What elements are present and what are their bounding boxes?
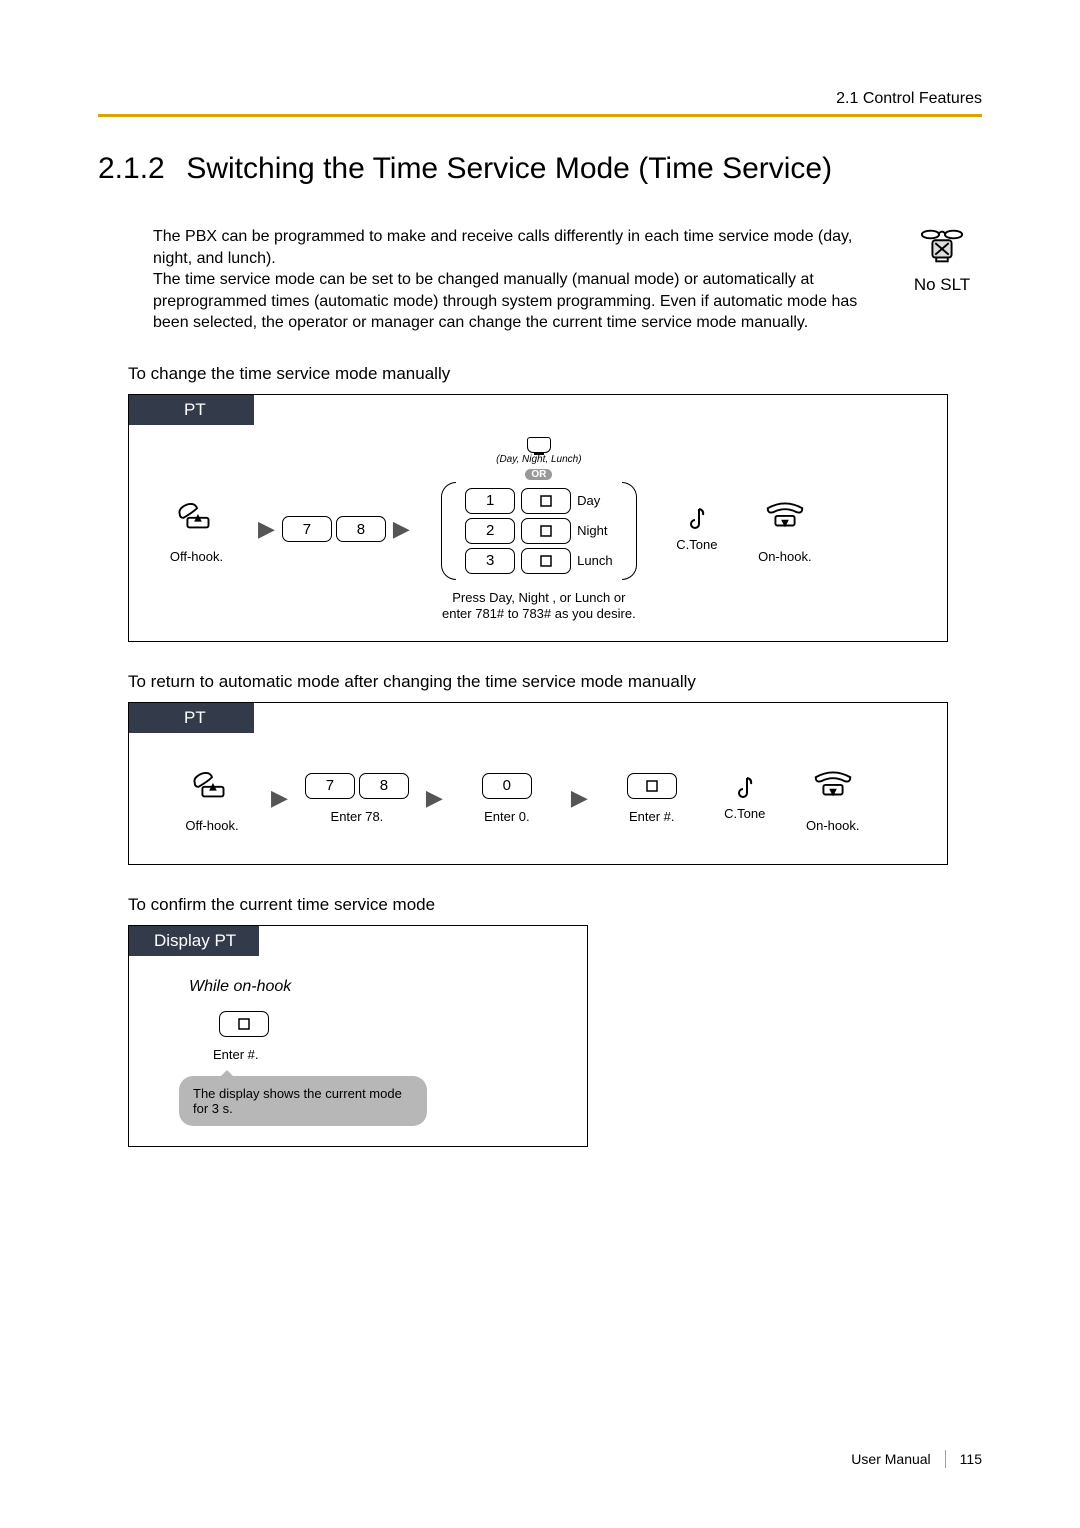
breadcrumb: 2.1 Control Features bbox=[98, 90, 982, 108]
option-label: Lunch bbox=[577, 553, 612, 568]
or-badge: OR bbox=[525, 469, 552, 480]
onhook-icon bbox=[810, 763, 856, 808]
caption-offhook: Off-hook. bbox=[185, 818, 238, 834]
tab-display-pt: Display PT bbox=[129, 926, 259, 956]
caption-onhook: On-hook. bbox=[806, 818, 859, 834]
caption-ctone: C.Tone bbox=[676, 537, 717, 552]
key-8: 8 bbox=[336, 516, 386, 542]
key-0: 0 bbox=[482, 773, 532, 799]
caption-enterhash: Enter #. bbox=[213, 1047, 259, 1063]
onhook-icon bbox=[762, 494, 808, 539]
option-row: 2 Night bbox=[465, 518, 612, 544]
arrow-icon: ▶ bbox=[565, 785, 594, 811]
key-hash bbox=[521, 548, 571, 574]
page-footer: User Manual 115 bbox=[851, 1450, 982, 1468]
arrow-icon: ▶ bbox=[387, 516, 416, 542]
option-row: 3 Lunch bbox=[465, 548, 612, 574]
caption-enterhash: Enter #. bbox=[629, 809, 675, 825]
key-8: 8 bbox=[359, 773, 409, 799]
procedure-auto: PT Off-hook. ▶ 7 bbox=[128, 702, 948, 865]
key-hash bbox=[219, 1011, 269, 1037]
option-label: Night bbox=[577, 523, 607, 538]
arrow-icon: ▶ bbox=[420, 785, 449, 811]
caption-ctone: C.Tone bbox=[724, 806, 765, 821]
tab-pt: PT bbox=[129, 703, 254, 733]
header-rule bbox=[98, 114, 982, 117]
key-2: 2 bbox=[465, 518, 515, 544]
section-heading: 2.1.2 Switching the Time Service Mode (T… bbox=[98, 152, 982, 186]
caption-enter0: Enter 0. bbox=[484, 809, 530, 825]
phone-crossed-icon bbox=[919, 226, 965, 271]
music-note-icon bbox=[735, 775, 755, 806]
while-onhook-label: While on-hook bbox=[189, 978, 567, 996]
subhead-manual: To change the time service mode manually bbox=[128, 364, 982, 384]
key-1: 1 bbox=[465, 488, 515, 514]
speech-bubble: The display shows the current mode for 3… bbox=[179, 1076, 427, 1126]
arrow-icon: ▶ bbox=[252, 516, 281, 542]
key-7: 7 bbox=[282, 516, 332, 542]
intro-paragraph: The time service mode can be set to be c… bbox=[153, 269, 872, 334]
footer-page-number: 115 bbox=[960, 1451, 982, 1467]
section-title: Switching the Time Service Mode (Time Se… bbox=[186, 152, 832, 185]
footer-label: User Manual bbox=[851, 1451, 930, 1467]
subhead-auto: To return to automatic mode after changi… bbox=[128, 672, 982, 692]
key-hash bbox=[521, 488, 571, 514]
option-label: Day bbox=[577, 493, 600, 508]
procedure-confirm: Display PT While on-hook Enter #. The di… bbox=[128, 925, 588, 1148]
caption-enter78: Enter 78. bbox=[331, 809, 384, 825]
option-row: 1 Day bbox=[465, 488, 612, 514]
offhook-icon bbox=[174, 494, 220, 539]
footer-separator bbox=[945, 1450, 946, 1468]
mode-button-icon bbox=[527, 437, 551, 453]
no-slt-label: No SLT bbox=[914, 275, 970, 295]
key-3: 3 bbox=[465, 548, 515, 574]
music-note-icon bbox=[687, 506, 707, 537]
key-7: 7 bbox=[305, 773, 355, 799]
tab-pt: PT bbox=[129, 395, 254, 425]
caption-press-line2: enter 781# to 783# as you desire. bbox=[442, 606, 636, 621]
key-hash bbox=[627, 773, 677, 799]
caption-press-line1: Press Day, Night , or Lunch or bbox=[452, 590, 625, 605]
caption-offhook: Off-hook. bbox=[170, 549, 223, 565]
section-number: 2.1.2 bbox=[98, 152, 178, 186]
arrow-icon: ▶ bbox=[265, 785, 294, 811]
offhook-icon bbox=[189, 763, 235, 808]
subhead-confirm: To confirm the current time service mode bbox=[128, 895, 982, 915]
mode-label: (Day, Night, Lunch) bbox=[496, 454, 581, 465]
procedure-manual: PT Off-hook. ▶ 7 bbox=[128, 394, 948, 642]
caption-onhook: On-hook. bbox=[758, 549, 811, 565]
intro-paragraph: The PBX can be programmed to make and re… bbox=[153, 226, 872, 269]
key-hash bbox=[521, 518, 571, 544]
